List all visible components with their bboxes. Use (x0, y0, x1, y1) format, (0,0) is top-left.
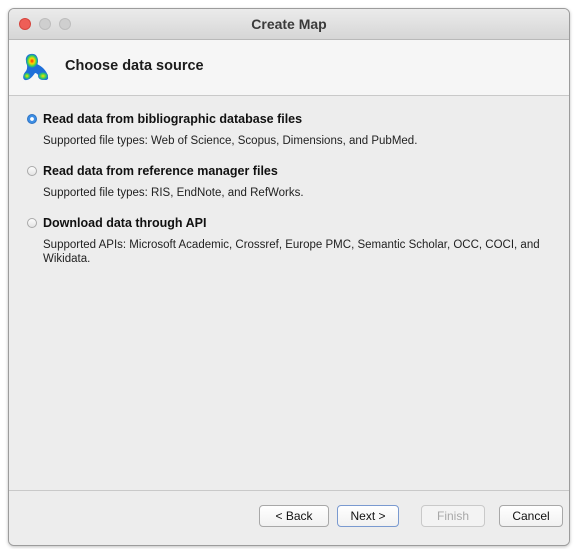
option-description: Supported APIs: Microsoft Academic, Cros… (43, 239, 540, 265)
option-label: Read data from reference manager files (43, 164, 278, 178)
finish-button[interactable]: Finish (421, 505, 485, 527)
option-bibliographic-database[interactable]: Read data from bibliographic database fi… (27, 110, 553, 148)
page-title: Choose data source (65, 58, 204, 74)
option-label: Download data through API (43, 216, 207, 230)
option-label: Read data from bibliographic database fi… (43, 112, 303, 126)
radio-bibliographic-database[interactable] (27, 114, 37, 124)
heatmap-logo-icon (23, 53, 49, 81)
option-description: Supported file types: Web of Science, Sc… (43, 135, 418, 147)
button-bar: < Back Next > Finish Cancel (9, 490, 569, 545)
option-description: Supported file types: RIS, EndNote, and … (43, 187, 304, 199)
back-button[interactable]: < Back (259, 505, 329, 527)
radio-reference-manager[interactable] (27, 166, 37, 176)
radio-download-api[interactable] (27, 218, 37, 228)
option-reference-manager[interactable]: Read data from reference manager files S… (27, 162, 553, 200)
wizard-header: Choose data source (9, 40, 569, 96)
create-map-dialog: Create Map Choose data source Read data … (8, 8, 570, 546)
data-source-options: Read data from bibliographic database fi… (9, 96, 569, 491)
window-title: Create Map (251, 16, 327, 32)
cancel-button[interactable]: Cancel (499, 505, 563, 527)
next-button[interactable]: Next > (337, 505, 399, 527)
title-bar: Create Map (9, 9, 569, 40)
option-download-api[interactable]: Download data through API Supported APIs… (27, 214, 553, 266)
